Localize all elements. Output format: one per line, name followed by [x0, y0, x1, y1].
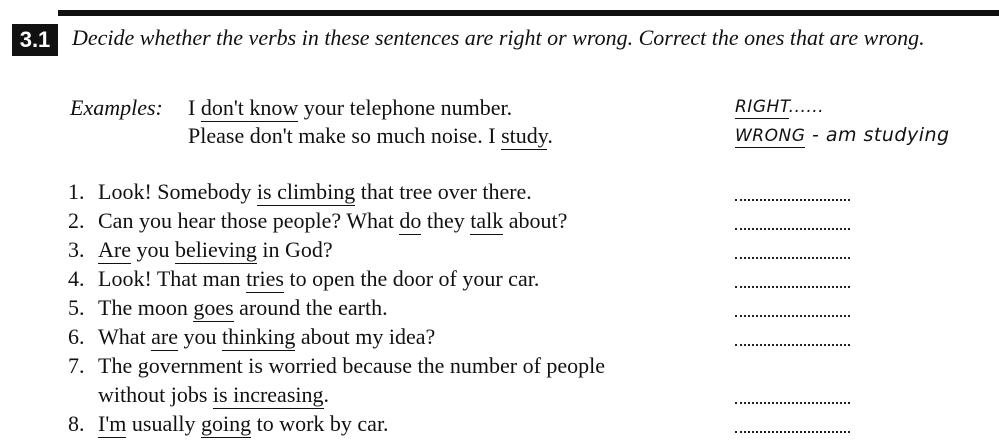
list-item: 6. What are you thinking about my idea? — [68, 322, 728, 351]
example-2-after: . — [547, 123, 553, 148]
list-item-continuation: without jobs is increasing. — [68, 380, 728, 409]
item-number: 6. — [68, 324, 85, 349]
item-number: 3. — [68, 237, 85, 262]
example-answer-2-correction: - am studying — [805, 124, 950, 146]
example-2-verb: study — [501, 123, 548, 150]
underlined-verb: I'm — [98, 411, 127, 438]
list-item: 1. Look! Somebody is climbing that tree … — [68, 177, 728, 206]
underlined-verb: are — [151, 324, 179, 351]
item-number: 2. — [68, 208, 85, 233]
example-1-verb: don't know — [200, 95, 299, 122]
example-1-before: I — [188, 95, 201, 120]
answer-blank-1[interactable] — [735, 199, 850, 201]
item-number: 4. — [68, 266, 85, 291]
list-item: 8. I'm usually going to work by car. — [68, 409, 728, 438]
underlined-verb: talk — [470, 208, 504, 235]
answer-blank-2[interactable] — [735, 228, 850, 230]
underlined-verb: do — [399, 208, 422, 235]
list-item: 4. Look! That man tries to open the door… — [68, 264, 728, 293]
item-number: 7. — [68, 353, 85, 378]
item-text: Look! Somebody is climbing that tree ove… — [98, 179, 532, 206]
underlined-verb: goes — [193, 295, 234, 322]
list-item: 3. Are you believing in God? — [68, 235, 728, 264]
answer-blank-8[interactable] — [735, 431, 850, 433]
exercise-number-badge: 3.1 — [12, 24, 58, 56]
item-number: 5. — [68, 295, 85, 320]
example-answer-2: WRONG - am studying — [735, 124, 950, 148]
answer-blank-4[interactable] — [735, 286, 850, 288]
example-1-after: your telephone number. — [298, 95, 513, 120]
answer-blank-6[interactable] — [735, 344, 850, 346]
answer-blank-3[interactable] — [735, 257, 850, 259]
examples-label: Examples: — [70, 95, 163, 120]
underlined-verb: is climbing — [256, 179, 356, 206]
underlined-verb: Are — [98, 237, 131, 264]
item-text: Are you believing in God? — [98, 237, 333, 264]
item-text: The moon goes around the earth. — [98, 295, 388, 322]
underlined-verb: tries — [246, 266, 284, 293]
example-sentence-1: I don't know your telephone number. — [188, 94, 512, 122]
item-text: The government is worried because the nu… — [98, 353, 606, 378]
example-answer-1-dots: ...... — [788, 97, 825, 117]
underlined-verb: believing — [174, 237, 257, 264]
list-item: 5. The moon goes around the earth. — [68, 293, 728, 322]
example-sentence-2: Please don't make so much noise. I study… — [188, 122, 553, 150]
answer-blank-5[interactable] — [735, 315, 850, 317]
answer-blank-7[interactable] — [735, 402, 850, 404]
item-number: 8. — [68, 411, 85, 436]
example-answer-2-label: WRONG — [735, 126, 806, 148]
item-text: without jobs is increasing. — [98, 382, 329, 409]
item-text: I'm usually going to work by car. — [98, 411, 389, 438]
exercise-number: 3.1 — [19, 27, 51, 52]
example-answer-1: RIGHT...... — [735, 97, 825, 119]
underlined-verb: is increasing — [212, 382, 324, 409]
exercise-instruction: Decide whether the verbs in these senten… — [72, 25, 925, 50]
list-item: 2. Can you hear those people? What do th… — [68, 206, 728, 235]
underlined-verb: going — [200, 411, 252, 438]
underlined-verb: thinking — [222, 324, 296, 351]
item-text: Look! That man tries to open the door of… — [98, 266, 540, 293]
exercise-items-list: 1. Look! Somebody is climbing that tree … — [68, 177, 728, 438]
item-number: 1. — [68, 179, 85, 204]
list-item: 7. The government is worried because the… — [68, 351, 728, 380]
example-2-before: Please don't make so much noise. I — [188, 123, 502, 148]
example-answer-1-label: RIGHT — [735, 97, 789, 119]
item-text: What are you thinking about my idea? — [98, 324, 436, 351]
top-rule — [58, 10, 999, 16]
item-text: Can you hear those people? What do they … — [98, 208, 568, 235]
